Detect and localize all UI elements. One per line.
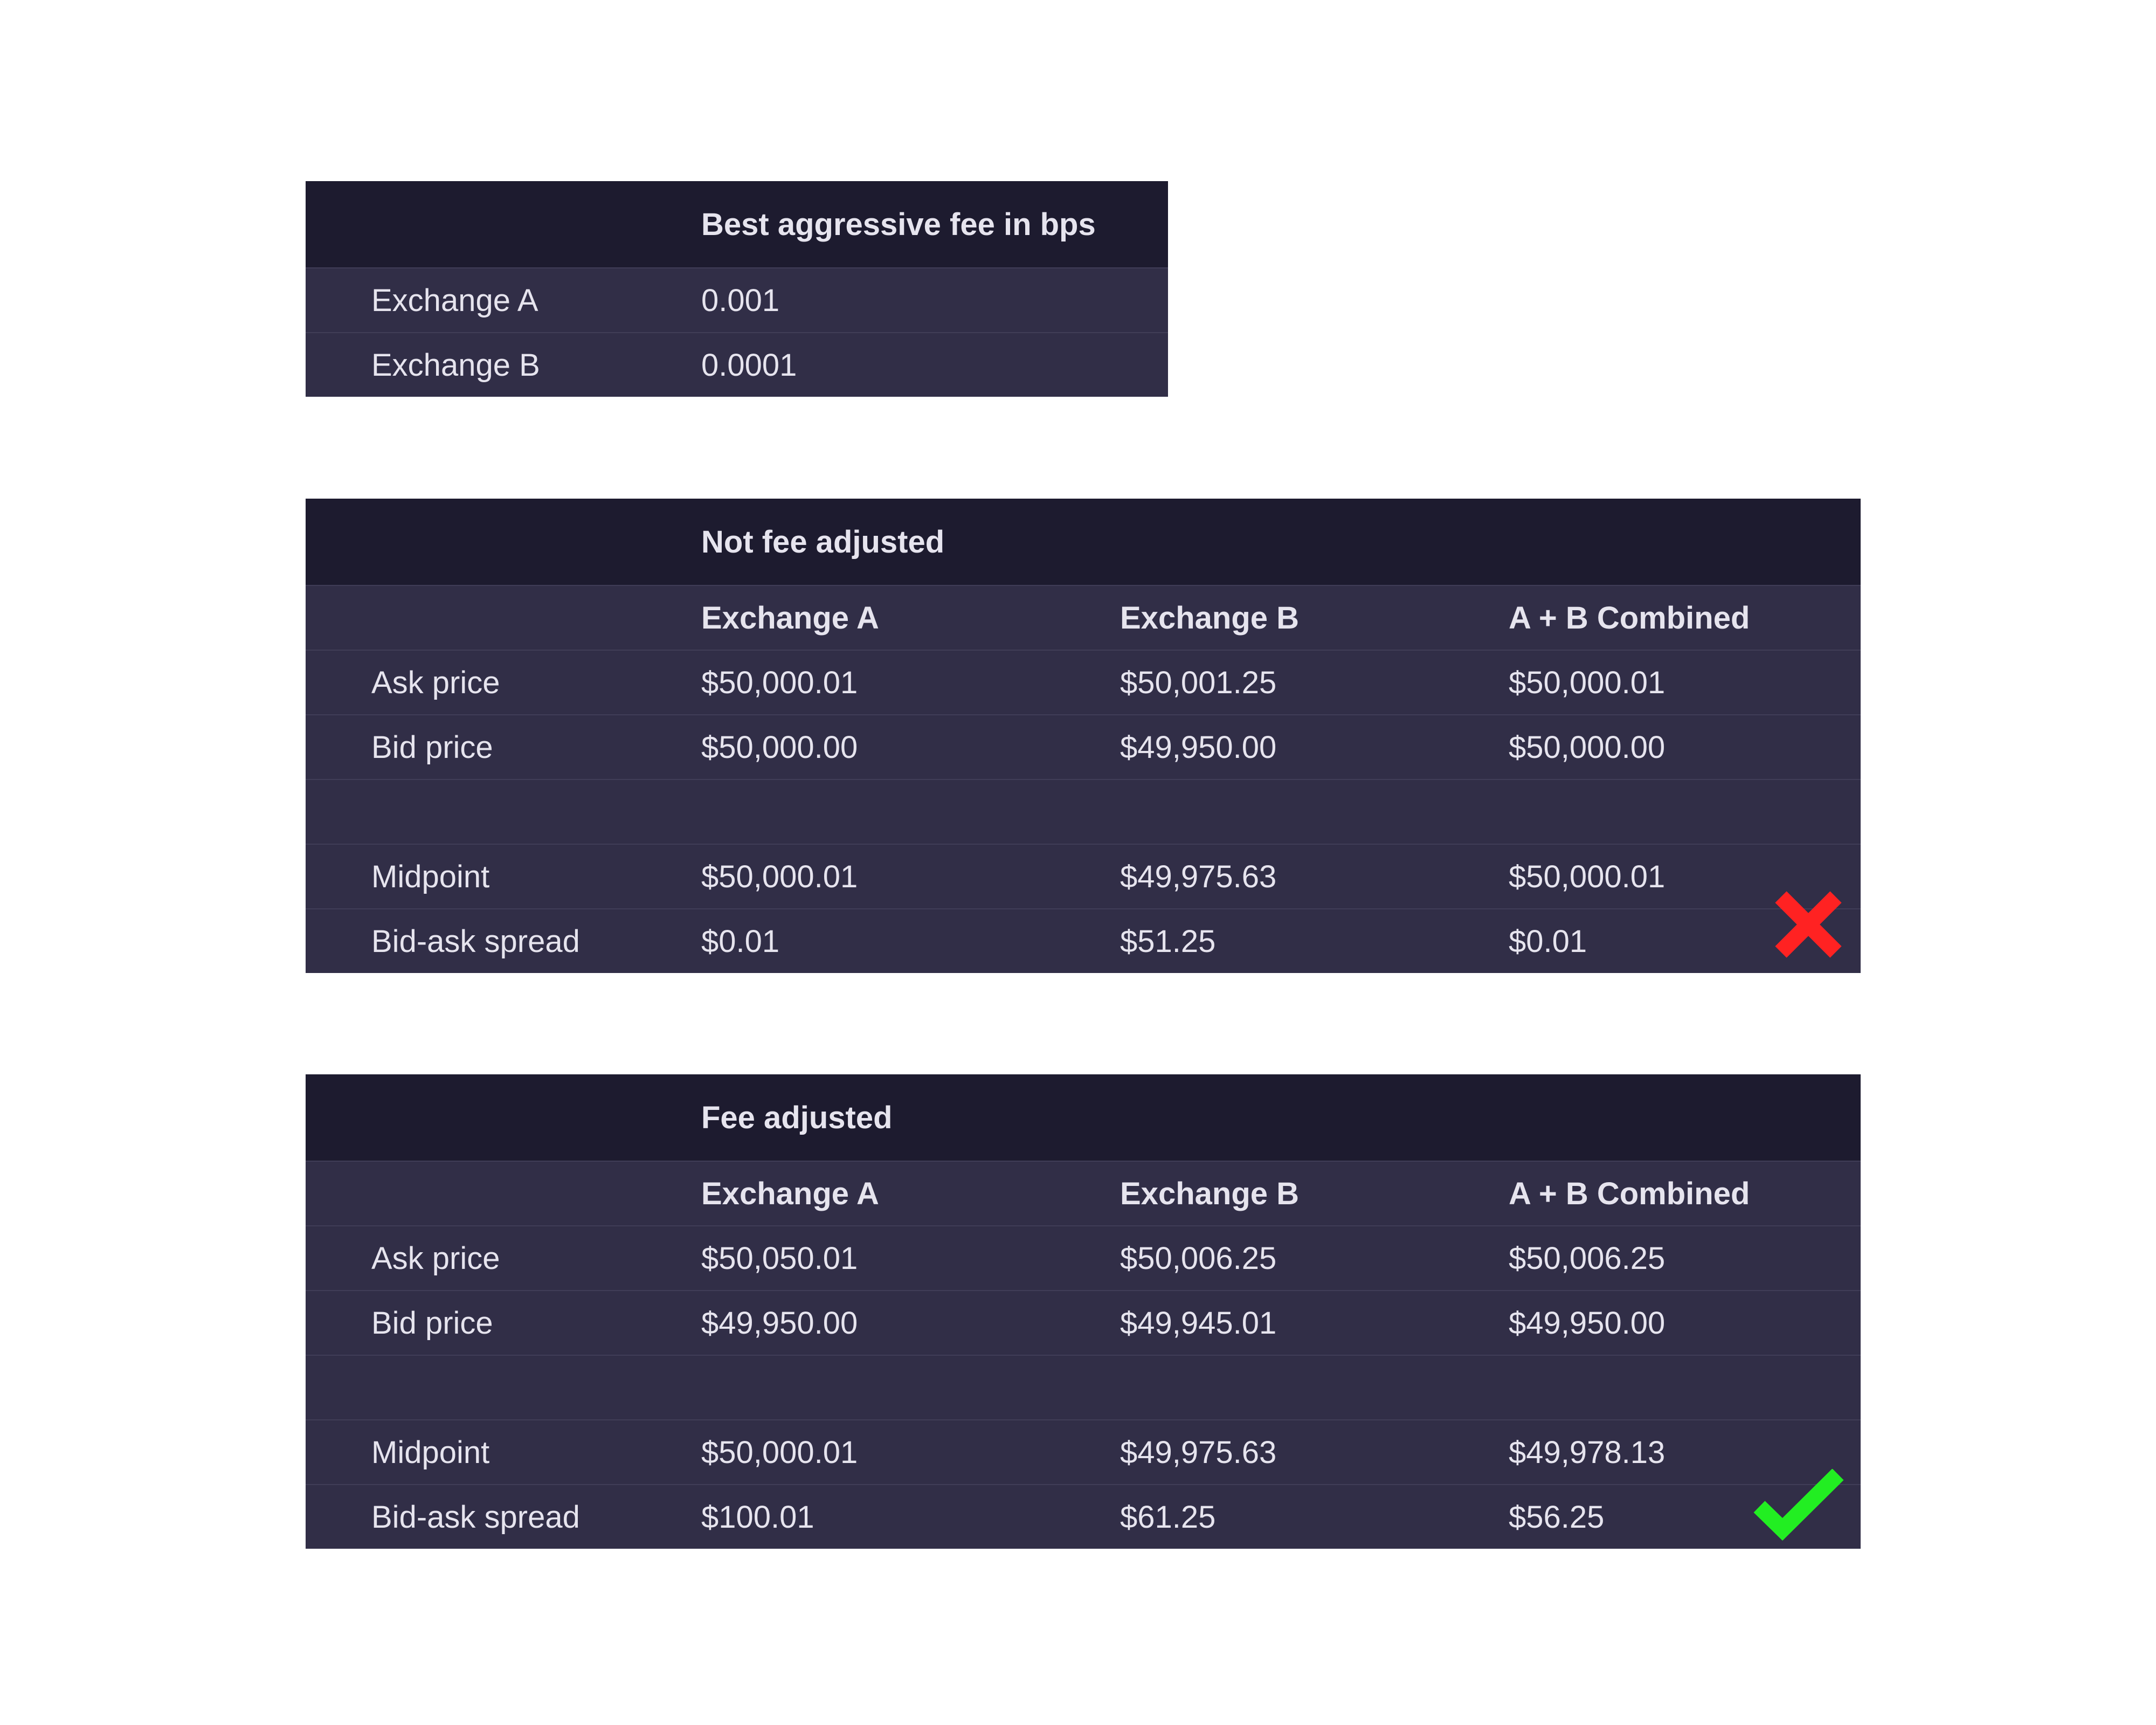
row-label: Bid-ask spread xyxy=(371,1499,580,1535)
row-label: Midpoint xyxy=(371,1434,490,1470)
fee-column-header: Best aggressive fee in bps xyxy=(701,206,1096,242)
row-label: Bid price xyxy=(371,1305,493,1341)
table-cell: $50,000.01 xyxy=(701,859,858,894)
column-header: Exchange B xyxy=(1120,600,1299,636)
table-cell: $49,978.13 xyxy=(1509,1434,1666,1470)
table-cell: $50,001.25 xyxy=(1120,665,1277,700)
table-cell: $50,000.01 xyxy=(1509,859,1666,894)
row-label: Exchange B xyxy=(371,347,540,383)
row-label: Exchange A xyxy=(371,282,538,318)
table-cell: $51.25 xyxy=(1120,923,1216,959)
table-row: Ask price $50,050.01 $50,006.25 $50,006.… xyxy=(306,1225,1861,1290)
fee-table: Best aggressive fee in bps Exchange A 0.… xyxy=(306,181,1168,397)
fee-value: 0.0001 xyxy=(701,347,797,383)
fee-adjusted-table: Fee adjusted Exchange A Exchange B A + B… xyxy=(306,1074,1861,1549)
table-row: Exchange A 0.001 xyxy=(306,267,1168,332)
table-title-row: Not fee adjusted xyxy=(306,499,1861,585)
row-label: Bid price xyxy=(371,729,493,765)
table-row: Bid price $50,000.00 $49,950.00 $50,000.… xyxy=(306,714,1861,779)
table-title: Not fee adjusted xyxy=(701,524,945,560)
column-header-row: Exchange A Exchange B A + B Combined xyxy=(306,585,1861,650)
column-header: Exchange A xyxy=(701,1176,879,1211)
table-cell: $49,945.01 xyxy=(1120,1305,1277,1341)
column-header: A + B Combined xyxy=(1509,600,1750,636)
table-row: Bid-ask spread $0.01 $51.25 $0.01 xyxy=(306,908,1861,973)
green-check-icon xyxy=(1753,1469,1844,1541)
table-row: Bid-ask spread $100.01 $61.25 $56.25 xyxy=(306,1484,1861,1549)
row-label: Ask price xyxy=(371,1240,500,1276)
table-cell: $50,006.25 xyxy=(1120,1240,1277,1276)
table-cell: $49,975.63 xyxy=(1120,1434,1277,1470)
column-header: A + B Combined xyxy=(1509,1176,1750,1211)
column-header: Exchange A xyxy=(701,600,879,636)
table-row: Midpoint $50,000.01 $49,975.63 $49,978.1… xyxy=(306,1419,1861,1484)
row-label: Ask price xyxy=(371,665,500,700)
table-row: Exchange B 0.0001 xyxy=(306,332,1168,397)
row-label: Bid-ask spread xyxy=(371,923,580,959)
table-cell: $56.25 xyxy=(1509,1499,1605,1535)
table-cell: $49,950.00 xyxy=(701,1305,858,1341)
table-cell: $50,006.25 xyxy=(1509,1240,1666,1276)
red-x-icon xyxy=(1775,891,1842,958)
table-row: Bid price $49,950.00 $49,945.01 $49,950.… xyxy=(306,1290,1861,1355)
fee-table-header: Best aggressive fee in bps xyxy=(306,181,1168,267)
row-label: Midpoint xyxy=(371,859,490,894)
table-title-row: Fee adjusted xyxy=(306,1074,1861,1161)
table-cell: $50,000.01 xyxy=(701,1434,858,1470)
table-title: Fee adjusted xyxy=(701,1100,893,1135)
table-cell: $50,000.01 xyxy=(1509,665,1666,700)
table-cell: $49,975.63 xyxy=(1120,859,1277,894)
spacer-row xyxy=(306,1355,1861,1419)
table-cell: $50,000.00 xyxy=(1509,729,1666,765)
table-cell: $0.01 xyxy=(1509,923,1587,959)
table-cell: $50,000.01 xyxy=(701,665,858,700)
table-cell: $0.01 xyxy=(701,923,780,959)
table-cell: $61.25 xyxy=(1120,1499,1216,1535)
table-cell: $49,950.00 xyxy=(1120,729,1277,765)
column-header: Exchange B xyxy=(1120,1176,1299,1211)
spacer-row xyxy=(306,779,1861,844)
not-fee-adjusted-table: Not fee adjusted Exchange A Exchange B A… xyxy=(306,499,1861,973)
column-header-row: Exchange A Exchange B A + B Combined xyxy=(306,1161,1861,1225)
table-row: Ask price $50,000.01 $50,001.25 $50,000.… xyxy=(306,650,1861,714)
table-row: Midpoint $50,000.01 $49,975.63 $50,000.0… xyxy=(306,844,1861,908)
table-cell: $49,950.00 xyxy=(1509,1305,1666,1341)
table-cell: $50,050.01 xyxy=(701,1240,858,1276)
table-cell: $100.01 xyxy=(701,1499,814,1535)
fee-value: 0.001 xyxy=(701,282,780,318)
table-cell: $50,000.00 xyxy=(701,729,858,765)
